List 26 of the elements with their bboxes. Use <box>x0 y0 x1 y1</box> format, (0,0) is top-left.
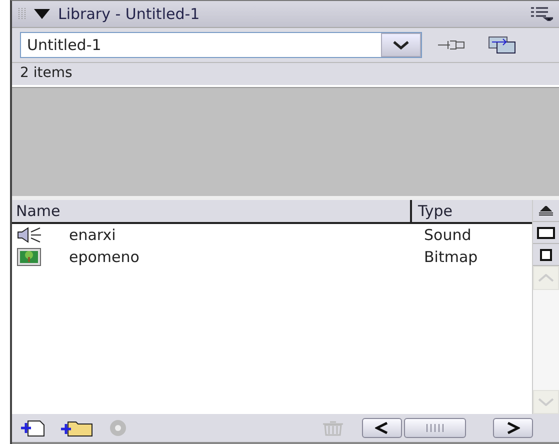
narrow-state-button[interactable] <box>533 244 559 266</box>
chevron-down-icon <box>538 398 554 406</box>
collapse-triangle-icon[interactable] <box>34 9 50 19</box>
panel-title: Library - Untitled-1 <box>58 5 201 23</box>
sort-order-button[interactable] <box>533 200 559 222</box>
image-icon <box>17 248 41 266</box>
chevron-right-icon <box>506 422 520 434</box>
speaker-icon <box>17 227 43 243</box>
scroll-left-button[interactable] <box>362 418 402 438</box>
wide-state-button[interactable] <box>533 222 559 244</box>
grip-icon[interactable] <box>18 8 26 20</box>
options-menu-icon[interactable] <box>531 7 553 21</box>
scroll-right-button[interactable] <box>493 418 533 438</box>
item-name[interactable]: enarxi <box>69 226 424 244</box>
chevron-down-icon <box>393 40 409 50</box>
sort-triangle-icon <box>539 206 553 216</box>
chevron-up-icon <box>538 274 554 282</box>
item-type: Sound <box>424 226 472 244</box>
wide-rectangle-icon <box>537 226 555 238</box>
narrow-square-icon <box>540 248 552 260</box>
scroll-thumb[interactable] <box>404 418 466 438</box>
item-type: Bitmap <box>424 248 479 266</box>
library-dropdown[interactable]: Untitled-1 <box>20 32 422 58</box>
chevron-left-icon <box>374 422 388 434</box>
item-name[interactable]: epomeno <box>69 248 424 266</box>
item-count: 2 items <box>19 64 74 83</box>
